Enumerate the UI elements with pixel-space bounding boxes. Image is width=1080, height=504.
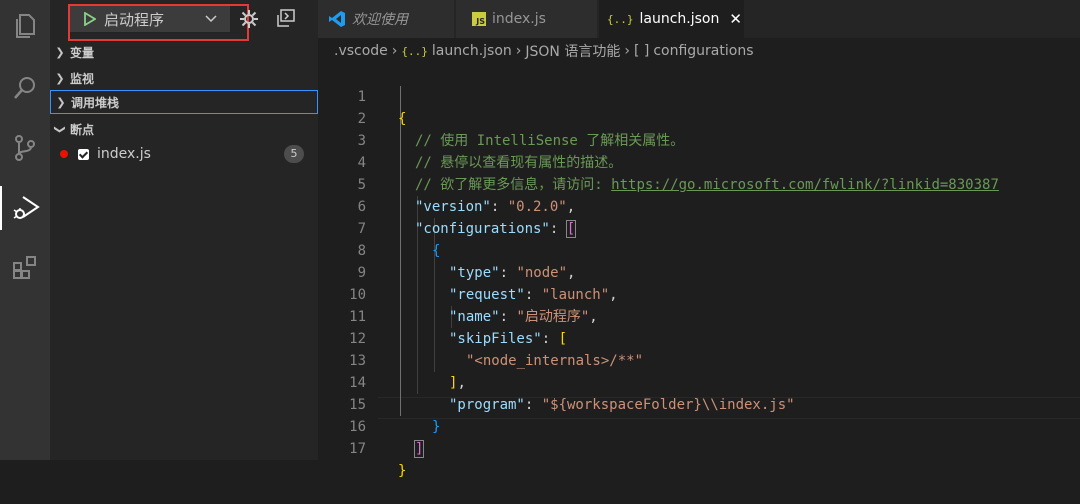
section-breakpoints-label: 断点 xyxy=(70,122,95,137)
close-icon[interactable]: ✕ xyxy=(729,10,742,28)
tab-label: launch.json xyxy=(639,11,720,27)
breadcrumb-file[interactable]: launch.json xyxy=(432,43,512,59)
breadcrumb: .vscode › {..} launch.json › JSON 语言功能 ›… xyxy=(318,38,1080,64)
tab-welcome[interactable]: 欢迎使用 xyxy=(318,0,455,38)
section-breakpoints[interactable]: ❯ 断点 xyxy=(50,117,318,141)
json-file-icon: {..} xyxy=(607,12,634,26)
code-line: 11 "skipFiles": [ xyxy=(318,284,1080,347)
chevron-right-icon: ❯ xyxy=(56,95,66,109)
activity-bar xyxy=(0,0,50,460)
tab-label: 欢迎使用 xyxy=(352,12,408,28)
search-icon[interactable] xyxy=(0,66,50,110)
launch-config-select[interactable]: 启动程序 xyxy=(70,6,230,32)
breadcrumb-section[interactable]: JSON 语言功能 xyxy=(525,41,620,61)
code-line: 17 } xyxy=(318,416,1080,479)
start-debug-icon[interactable] xyxy=(84,12,96,26)
editor-tab-bar: 欢迎使用 JS index.js {..} launch.json ✕ xyxy=(318,0,1080,38)
tab-index-js[interactable]: JS index.js xyxy=(456,0,598,38)
chevron-down-icon: ❯ xyxy=(53,124,67,134)
code-line: 3 // 悬停以查看现有属性的描述。 xyxy=(318,108,1080,171)
breakpoint-count-badge: 5 xyxy=(284,145,304,163)
code-line: 12 "<node_internals>/**" xyxy=(318,306,1080,369)
line-number: 17 xyxy=(349,441,366,457)
section-variables-label: 变量 xyxy=(70,45,95,60)
chevron-down-icon[interactable] xyxy=(205,14,217,24)
vscode-logo-icon xyxy=(329,11,345,27)
tab-label: index.js xyxy=(492,11,546,27)
bracket-match: ] xyxy=(413,440,425,458)
explorer-icon[interactable] xyxy=(0,4,50,48)
breakpoint-file: index.js xyxy=(97,146,151,162)
run-debug-icon[interactable] xyxy=(0,186,50,230)
array-symbol-icon: [ ] xyxy=(633,43,650,59)
code-line: 6 "configurations": [ xyxy=(318,174,1080,238)
debug-toolbar: 启动程序 xyxy=(50,0,318,41)
code-line: 5 "version": "0.2.0", xyxy=(318,152,1080,215)
debug-sidebar: 启动程序 ❯ 变量 ❯ 监视 ❯ 调用堆栈 ❯ 断点 index.js 5 xyxy=(50,0,318,460)
code-line: 9 "request": "launch", xyxy=(318,240,1080,303)
breakpoint-checkbox[interactable] xyxy=(78,148,89,160)
breakpoint-dot-icon xyxy=(60,150,68,158)
code-editor[interactable]: 1 { 2 // 使用 IntelliSense 了解相关属性。 3 // 悬停… xyxy=(318,64,1080,479)
code-line: 4 // 欲了解更多信息，请访问: https://go.microsoft.c… xyxy=(318,130,1080,193)
section-watch-label: 监视 xyxy=(70,71,95,86)
section-variables[interactable]: ❯ 变量 xyxy=(50,40,318,64)
code-line: 2 // 使用 IntelliSense 了解相关属性。 xyxy=(318,86,1080,149)
extensions-icon[interactable] xyxy=(0,246,50,290)
code-line: 16 ] xyxy=(318,394,1080,458)
code-line: 14 "program": "${workspaceFolder}\\index… xyxy=(318,350,1080,413)
chevron-right-icon: › xyxy=(624,43,630,59)
chevron-right-icon: ❯ xyxy=(55,45,65,59)
gear-icon[interactable] xyxy=(239,9,259,29)
debug-console-icon[interactable] xyxy=(276,8,296,28)
json-file-icon: {..} xyxy=(401,44,428,58)
chevron-right-icon: ❯ xyxy=(55,71,65,85)
breadcrumb-folder[interactable]: .vscode xyxy=(334,43,388,59)
source-control-icon[interactable] xyxy=(0,126,50,170)
tab-launch-json[interactable]: {..} launch.json ✕ xyxy=(599,0,745,38)
section-callstack-label: 调用堆栈 xyxy=(71,95,120,110)
js-file-icon: JS xyxy=(472,12,486,26)
code-line: 15 } xyxy=(318,372,1080,435)
code-line: 13 ], xyxy=(318,328,1080,391)
chevron-right-icon: › xyxy=(515,43,522,59)
launch-config-label: 启动程序 xyxy=(104,10,165,29)
code-line: 8 "type": "node", xyxy=(318,218,1080,281)
section-callstack[interactable]: ❯ 调用堆栈 xyxy=(50,90,318,114)
code-line: 1 { xyxy=(318,64,1080,127)
code-line: 7 { xyxy=(318,196,1080,259)
section-watch[interactable]: ❯ 监视 xyxy=(50,66,318,90)
breadcrumb-symbol[interactable]: configurations xyxy=(653,43,753,59)
breakpoint-item[interactable]: index.js 5 xyxy=(50,142,318,166)
code-line: 10 "name": "启动程序", xyxy=(318,262,1080,325)
chevron-right-icon: › xyxy=(391,43,398,59)
